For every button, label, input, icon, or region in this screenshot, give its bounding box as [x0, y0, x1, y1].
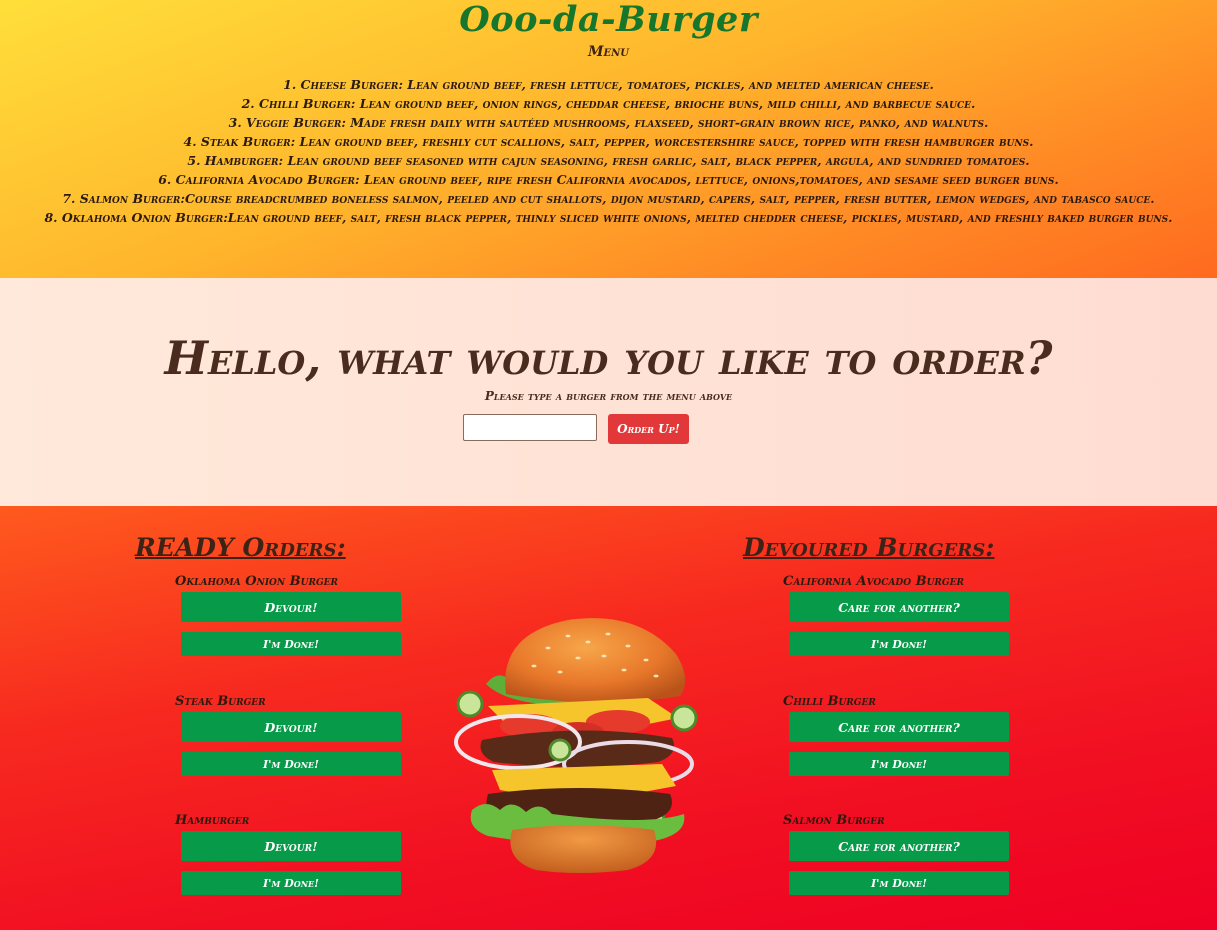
menu-list: 1. Cheese Burger: Lean ground beef, fres…: [0, 75, 1217, 227]
care-for-another-button[interactable]: Care for another?: [789, 592, 1009, 622]
burger-name: Chilli Burger: [783, 694, 876, 709]
order-up-button[interactable]: Order Up!: [608, 414, 689, 444]
devour-button[interactable]: Devour!: [181, 712, 401, 742]
devour-button[interactable]: Devour!: [181, 592, 401, 622]
care-for-another-button[interactable]: Care for another?: [789, 831, 1009, 861]
burger-name: California Avocado Burger: [783, 574, 964, 589]
ready-orders-heading: READY Orders:: [135, 533, 346, 562]
devoured-burgers-heading: Devoured Burgers:: [743, 533, 995, 562]
burger-name: Hamburger: [175, 813, 250, 828]
devour-button[interactable]: Devour!: [181, 831, 401, 861]
done-button[interactable]: I'm Done!: [789, 632, 1009, 656]
devoured-burger-item: Salmon Burger Care for another? I'm Done…: [783, 813, 1023, 895]
ready-order-item: Hamburger Devour! I'm Done!: [175, 813, 415, 895]
care-for-another-button[interactable]: Care for another?: [789, 712, 1009, 742]
menu-item: 4. Steak Burger: Lean ground beef, fresh…: [183, 134, 1034, 149]
devoured-burger-item: California Avocado Burger Care for anoth…: [783, 574, 1023, 656]
burger-illustration: [454, 618, 698, 873]
burger-name-input[interactable]: [463, 414, 597, 441]
order-hint: Please type a burger from the menu above: [484, 389, 733, 403]
done-button[interactable]: I'm Done!: [181, 752, 401, 776]
devoured-burger-item: Chilli Burger Care for another? I'm Done…: [783, 694, 1023, 776]
done-button[interactable]: I'm Done!: [789, 871, 1009, 895]
menu-item: 1. Cheese Burger: Lean ground beef, fres…: [283, 77, 934, 92]
menu-item: 6. California Avocado Burger: Lean groun…: [158, 172, 1059, 187]
ready-order-item: Steak Burger Devour! I'm Done!: [175, 694, 415, 776]
burger-name: Steak Burger: [175, 694, 266, 709]
order-question: Hello, what would you like to order?: [164, 331, 1053, 385]
menu-item: 2. Chilli Burger: Lean ground beef, onio…: [241, 96, 976, 111]
menu-header: Ooo-da-Burger Menu 1. Cheese Burger: Lea…: [0, 0, 1217, 278]
menu-item: 5. Hamburger: Lean ground beef seasoned …: [187, 153, 1030, 168]
menu-heading: Menu: [588, 44, 629, 60]
done-button[interactable]: I'm Done!: [181, 632, 401, 656]
done-button[interactable]: I'm Done!: [181, 871, 401, 895]
order-section: Hello, what would you like to order? Ple…: [0, 278, 1217, 506]
menu-item: 7. Salmon Burger:Course breadcrumbed bon…: [62, 191, 1155, 206]
menu-item: 3. Veggie Burger: Made fresh daily with …: [228, 115, 989, 130]
done-button[interactable]: I'm Done!: [789, 752, 1009, 776]
orders-section: READY Orders: Oklahoma Onion Burger Devo…: [0, 506, 1217, 930]
site-title: Ooo-da-Burger: [459, 0, 758, 40]
ready-order-item: Oklahoma Onion Burger Devour! I'm Done!: [175, 574, 415, 656]
burger-name: Oklahoma Onion Burger: [175, 574, 338, 589]
burger-name: Salmon Burger: [783, 813, 885, 828]
menu-item: 8. Oklahoma Onion Burger:Lean ground bee…: [44, 210, 1173, 225]
